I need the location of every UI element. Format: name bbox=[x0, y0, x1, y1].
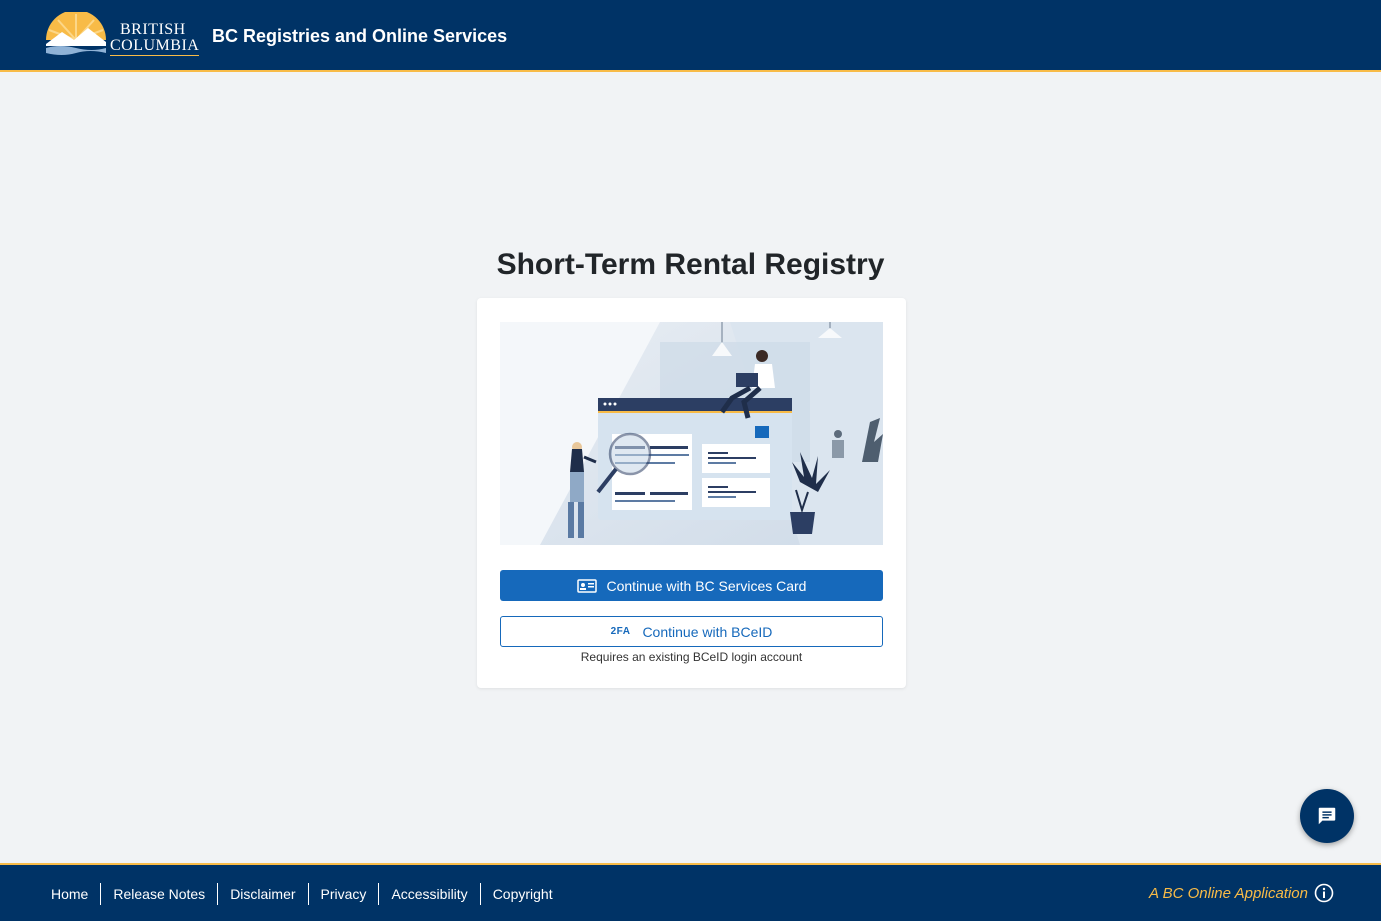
registry-illustration bbox=[500, 322, 883, 545]
site-footer: Home Release Notes Disclaimer Privacy Ac… bbox=[0, 863, 1381, 921]
footer-link-accessibility[interactable]: Accessibility bbox=[378, 883, 479, 905]
site-header: BRITISH COLUMBIA BC Registries and Onlin… bbox=[0, 0, 1381, 72]
footer-link-home[interactable]: Home bbox=[39, 883, 100, 905]
logo-line-british: BRITISH bbox=[120, 21, 186, 38]
info-icon[interactable] bbox=[1314, 883, 1334, 903]
id-card-icon bbox=[576, 578, 597, 593]
bc-sun-logo-icon bbox=[46, 10, 106, 55]
logo-line-columbia: COLUMBIA bbox=[110, 37, 200, 56]
two-factor-icon: 2FA bbox=[610, 626, 631, 637]
bc-services-card-label: Continue with BC Services Card bbox=[606, 577, 807, 594]
footer-link-release-notes[interactable]: Release Notes bbox=[100, 883, 217, 905]
bc-online-text: A BC Online Application bbox=[1149, 884, 1308, 902]
bceid-button[interactable]: 2FA Continue with BCeID bbox=[500, 616, 883, 647]
footer-link-disclaimer[interactable]: Disclaimer bbox=[217, 883, 307, 905]
chat-icon bbox=[1318, 807, 1336, 825]
bc-online-label: A BC Online Application bbox=[1149, 883, 1334, 903]
bc-services-card-button[interactable]: Continue with BC Services Card bbox=[500, 570, 883, 601]
login-card: Continue with BC Services Card 2FA Conti… bbox=[477, 298, 906, 688]
page-title: Short-Term Rental Registry bbox=[496, 248, 885, 281]
bceid-label: Continue with BCeID bbox=[642, 623, 773, 640]
footer-nav: Home Release Notes Disclaimer Privacy Ac… bbox=[39, 883, 565, 905]
bceid-helper-text: Requires an existing BCeID login account bbox=[580, 650, 803, 664]
bc-wordmark: BRITISH COLUMBIA bbox=[110, 21, 200, 56]
footer-link-privacy[interactable]: Privacy bbox=[307, 883, 379, 905]
chat-button[interactable] bbox=[1300, 789, 1354, 843]
bc-gov-logo[interactable]: BRITISH COLUMBIA bbox=[44, 10, 204, 60]
app-title[interactable]: BC Registries and Online Services bbox=[212, 26, 507, 47]
footer-link-copyright[interactable]: Copyright bbox=[479, 883, 565, 905]
